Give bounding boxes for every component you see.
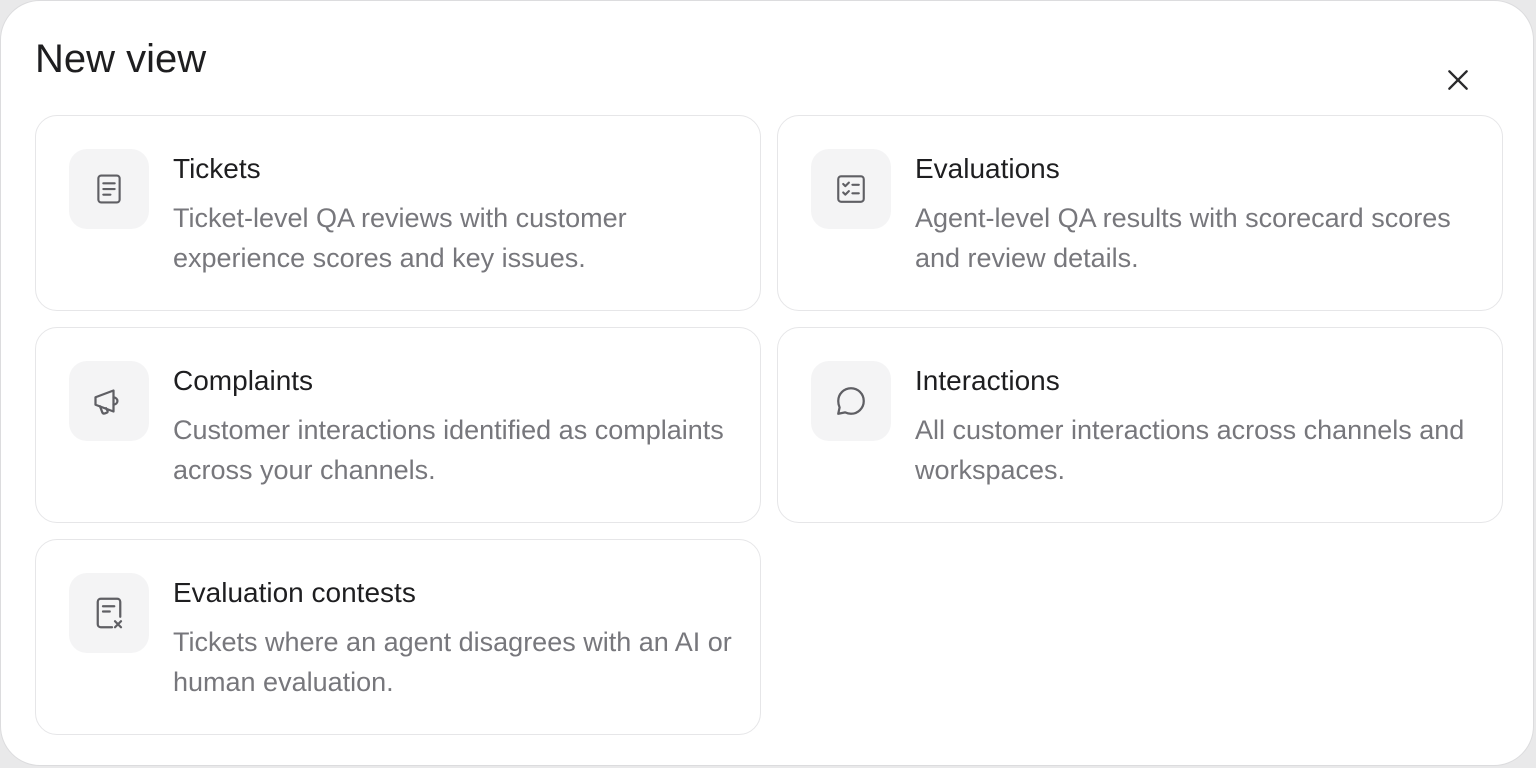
card-title: Evaluations xyxy=(915,153,1060,184)
card-description: Ticket-level QA reviews with customer ex… xyxy=(173,203,627,273)
icon-tile xyxy=(811,149,891,229)
card-description: All customer interactions across channel… xyxy=(915,415,1465,485)
icon-tile xyxy=(811,361,891,441)
view-option-evaluation-contests[interactable]: Evaluation contests Tickets where an age… xyxy=(35,539,761,735)
icon-tile xyxy=(69,361,149,441)
dialog-title: New view xyxy=(35,37,207,81)
card-title: Interactions xyxy=(915,365,1060,396)
view-option-evaluations[interactable]: Evaluations Agent-level QA results with … xyxy=(777,115,1503,311)
card-description: Customer interactions identified as comp… xyxy=(173,415,724,485)
view-option-complaints[interactable]: Complaints Customer interactions identif… xyxy=(35,327,761,523)
document-x-icon xyxy=(96,597,123,629)
card-title: Evaluation contests xyxy=(173,577,416,608)
checklist-icon xyxy=(837,175,865,203)
close-button[interactable] xyxy=(1435,57,1481,103)
card-description: Agent-level QA results with scorecard sc… xyxy=(915,203,1451,273)
card-title: Tickets xyxy=(173,153,261,184)
close-icon xyxy=(1448,70,1468,90)
new-view-dialog: New view Tickets Ticket-level QA reviews… xyxy=(0,0,1534,766)
card-title: Complaints xyxy=(173,365,314,396)
card-description: Tickets where an agent disagrees with an… xyxy=(173,627,732,697)
view-option-interactions[interactable]: Interactions All customer interactions a… xyxy=(777,327,1503,523)
view-options-grid: Tickets Ticket-level QA reviews with cus… xyxy=(35,115,1503,735)
icon-tile xyxy=(69,573,149,653)
document-icon xyxy=(97,174,121,204)
view-option-tickets[interactable]: Tickets Ticket-level QA reviews with cus… xyxy=(35,115,761,311)
chat-bubble-icon xyxy=(837,387,865,415)
megaphone-icon xyxy=(94,389,119,415)
icon-tile xyxy=(69,149,149,229)
